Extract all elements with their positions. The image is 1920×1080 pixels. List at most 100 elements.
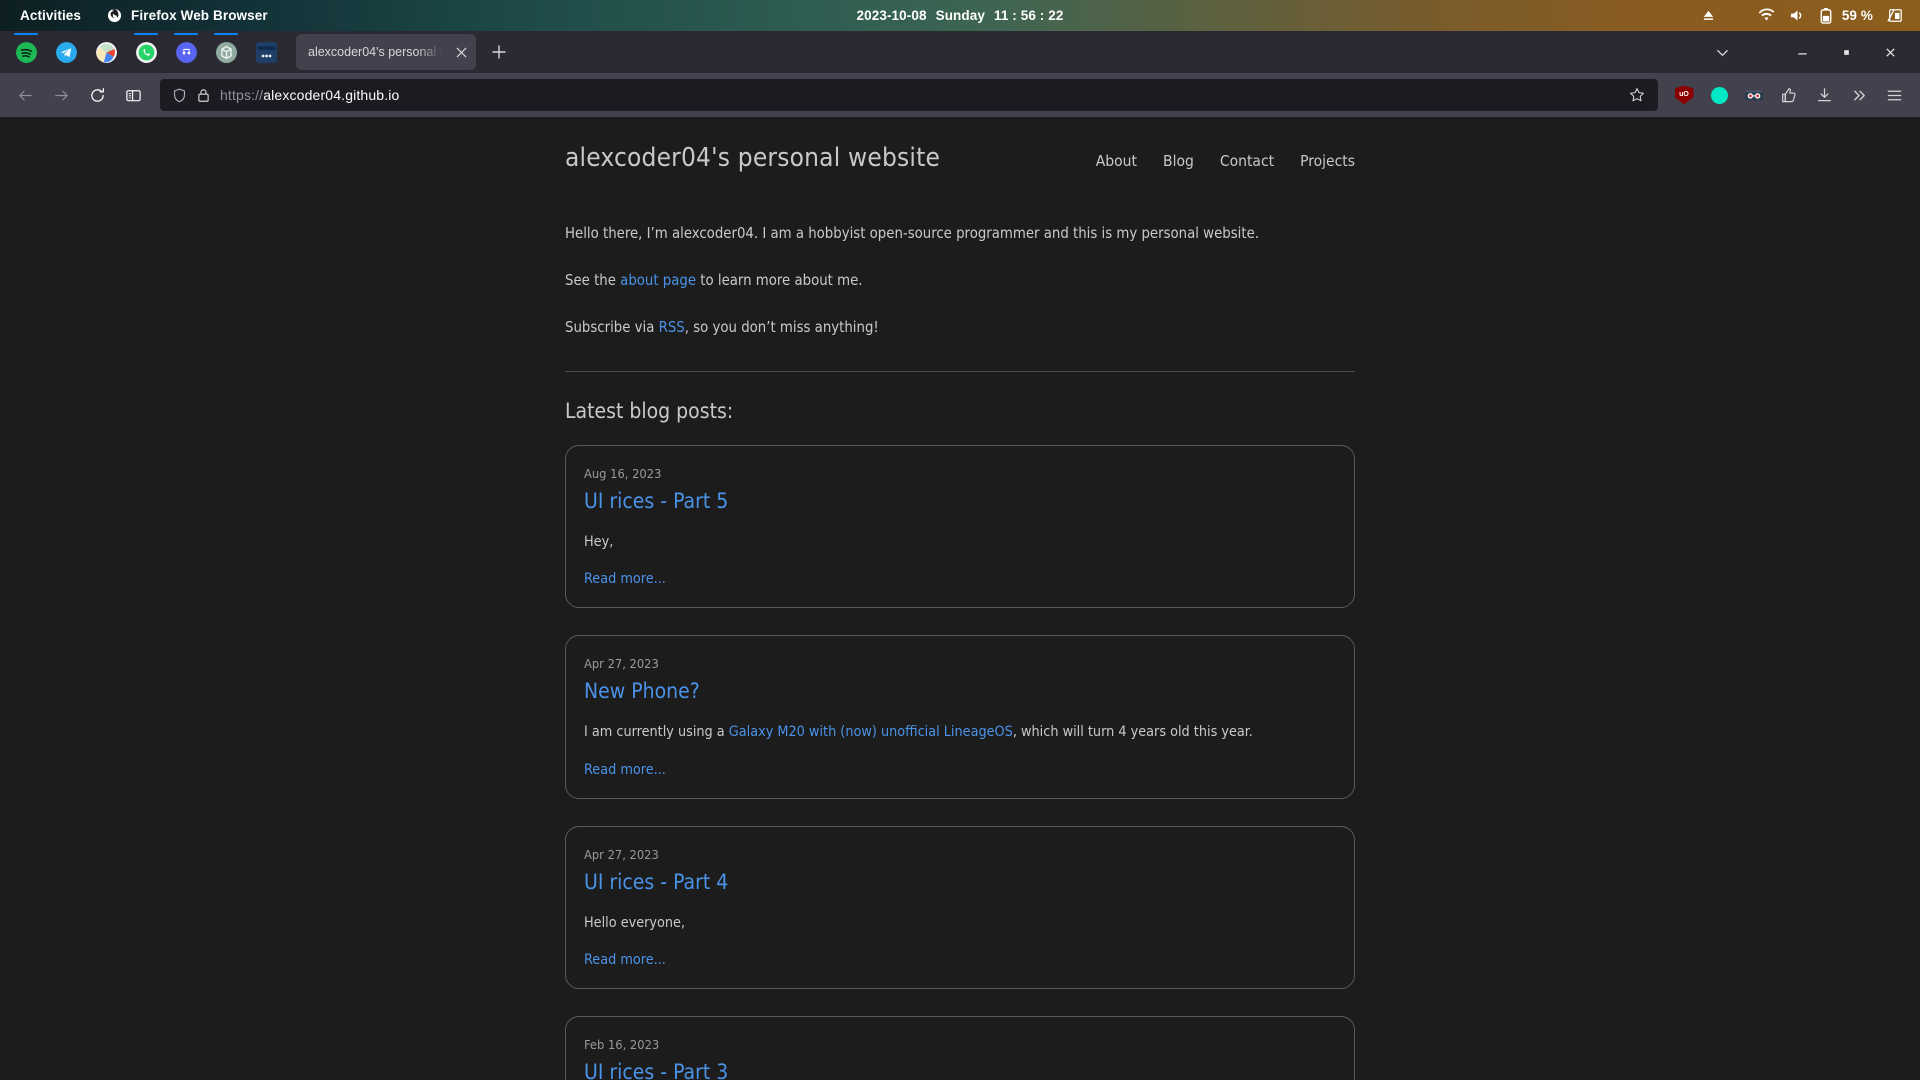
- rss-link[interactable]: RSS: [659, 319, 685, 336]
- whatsapp-icon: [135, 41, 157, 63]
- list-all-tabs-button[interactable]: [1704, 31, 1740, 73]
- discord-icon: [175, 41, 197, 63]
- read-more-link[interactable]: Read more...: [584, 762, 666, 778]
- system-status-area[interactable]: 59 %: [1701, 7, 1903, 24]
- blog-post-list: Aug 16, 2023 UI rices - Part 5 Hey, Read…: [565, 444, 1355, 1080]
- activities-button[interactable]: Activities: [20, 8, 81, 23]
- browser-tab-active[interactable]: alexcoder04's personal we: [296, 34, 476, 70]
- chevron-down-icon: [1716, 49, 1728, 56]
- site-title: alexcoder04's personal website: [565, 143, 941, 173]
- blog-post-card[interactable]: Feb 16, 2023 UI rices - Part 3 Read more…: [565, 1016, 1355, 1080]
- maximize-button[interactable]: [1824, 31, 1868, 73]
- pinned-tab-discord[interactable]: [166, 33, 206, 70]
- goggles-extension-button[interactable]: [1738, 79, 1770, 111]
- post-title-link[interactable]: UI rices - Part 3: [584, 1060, 1336, 1080]
- pinned-tab-misc[interactable]: [246, 34, 286, 70]
- latest-posts-heading: Latest blog posts:: [565, 398, 734, 423]
- ublock-label: uO: [1679, 90, 1689, 98]
- bookmark-star-icon: [1630, 88, 1644, 102]
- clock-time: 11 : 56 : 22: [993, 8, 1064, 23]
- blog-post-card[interactable]: Apr 27, 2023 New Phone? I am currently u…: [565, 635, 1355, 799]
- minimize-button[interactable]: [1780, 31, 1824, 73]
- nav-link-blog[interactable]: Blog: [1163, 152, 1194, 170]
- double-chevron-right-icon: [1853, 90, 1865, 100]
- pinned-tab-telegram[interactable]: [46, 34, 86, 70]
- post-title-link[interactable]: New Phone?: [584, 679, 1336, 703]
- maximize-icon: [1843, 49, 1849, 55]
- nav-link-about[interactable]: About: [1096, 152, 1137, 170]
- post-excerpt: Hey,: [584, 532, 1336, 553]
- downloads-button[interactable]: [1808, 79, 1840, 111]
- firefox-icon: [107, 8, 122, 23]
- pinned-tab-chatgpt[interactable]: [206, 33, 246, 70]
- extensions-toolbar: uO: [1668, 79, 1912, 111]
- back-icon: [18, 90, 32, 100]
- padlock-icon: [198, 88, 209, 102]
- overflow-menu-button[interactable]: [1843, 79, 1875, 111]
- site-nav: About Blog Contact Projects: [1096, 152, 1355, 170]
- web-page-content: alexcoder04's personal website About Blo…: [0, 117, 1920, 1080]
- reload-icon: [90, 87, 104, 102]
- tab-title: alexcoder04's personal we: [308, 45, 448, 59]
- sidebar-icon: [125, 89, 141, 101]
- pinned-tab-spotify[interactable]: [6, 33, 46, 70]
- keyboard-layout-icon: [1887, 9, 1902, 22]
- google-calendar-icon: [95, 41, 117, 63]
- sidebar-toggle-button[interactable]: [116, 79, 150, 111]
- intro-3-after: , so you don’t miss anything!: [684, 318, 879, 336]
- forward-button[interactable]: [44, 79, 78, 111]
- post-title-link[interactable]: UI rices - Part 5: [584, 489, 1336, 513]
- post-excerpt: Hello everyone,: [584, 913, 1336, 934]
- pinned-tab-google-calendar[interactable]: [86, 34, 126, 70]
- clock-menu-button[interactable]: 2023-10-08 Sunday 11 : 56 : 22: [857, 8, 1064, 23]
- url-scheme: https://: [220, 87, 264, 103]
- tab-loading-indicator: [214, 33, 238, 35]
- spotify-icon: [15, 41, 37, 63]
- forward-icon: [54, 90, 68, 100]
- battery-percentage: 59 %: [1841, 8, 1873, 23]
- pinned-tabs-group: [6, 31, 286, 73]
- excerpt-text-after: , which will turn 4 years old this year.: [1012, 724, 1253, 741]
- navigation-toolbar: https://alexcoder04.github.io uO: [0, 73, 1920, 117]
- save-page-button[interactable]: [1773, 79, 1805, 111]
- new-tab-button[interactable]: [484, 37, 514, 67]
- plus-icon: [492, 45, 506, 59]
- post-title-link[interactable]: UI rices - Part 4: [584, 870, 1336, 894]
- dots-icon: [255, 41, 277, 63]
- pinned-tab-whatsapp[interactable]: [126, 33, 166, 70]
- intro-2-after: to learn more about me.: [696, 271, 863, 289]
- wifi-icon: [1758, 8, 1775, 21]
- intro-3-before: Subscribe via: [565, 318, 659, 336]
- active-app-indicator[interactable]: Firefox Web Browser: [107, 8, 268, 23]
- excerpt-inline-link[interactable]: Galaxy M20 with (now) unofficial Lineage…: [729, 724, 1013, 740]
- read-more-link[interactable]: Read more...: [584, 952, 666, 968]
- firefox-window: alexcoder04's personal we https://alexco…: [0, 31, 1920, 1080]
- tab-loading-indicator: [174, 33, 198, 35]
- intro-paragraph-2: See the about page to learn more about m…: [565, 270, 1355, 293]
- teal-extension-button[interactable]: [1703, 79, 1735, 111]
- reload-button[interactable]: [80, 79, 114, 111]
- tab-strip: alexcoder04's personal we: [0, 31, 1920, 73]
- download-icon: [1817, 87, 1831, 101]
- excerpt-text: Hello everyone,: [584, 914, 686, 931]
- tab-close-icon[interactable]: [452, 43, 470, 61]
- intro-2-before: See the: [565, 271, 621, 289]
- nav-link-projects[interactable]: Projects: [1300, 152, 1355, 170]
- window-close-button[interactable]: [1868, 31, 1912, 73]
- back-button[interactable]: [8, 79, 42, 111]
- read-more-link[interactable]: Read more...: [584, 571, 666, 587]
- telegram-icon: [55, 41, 77, 63]
- post-date: Apr 27, 2023: [584, 657, 659, 673]
- battery-icon: [1820, 7, 1832, 24]
- url-bar[interactable]: https://alexcoder04.github.io: [160, 79, 1658, 111]
- app-menu-button[interactable]: [1878, 79, 1910, 111]
- about-page-link[interactable]: about page: [620, 272, 696, 289]
- url-host: alexcoder04.github.io: [263, 87, 400, 103]
- nav-link-contact[interactable]: Contact: [1220, 152, 1274, 170]
- ublock-origin-button[interactable]: uO: [1668, 79, 1700, 111]
- site-header: alexcoder04's personal website About Blo…: [565, 117, 1355, 177]
- blog-post-card[interactable]: Aug 16, 2023 UI rices - Part 5 Hey, Read…: [565, 444, 1355, 609]
- blog-post-card[interactable]: Apr 27, 2023 UI rices - Part 4 Hello eve…: [565, 825, 1355, 990]
- bookmark-star-button[interactable]: [1622, 82, 1652, 108]
- active-app-name: Firefox Web Browser: [131, 8, 268, 23]
